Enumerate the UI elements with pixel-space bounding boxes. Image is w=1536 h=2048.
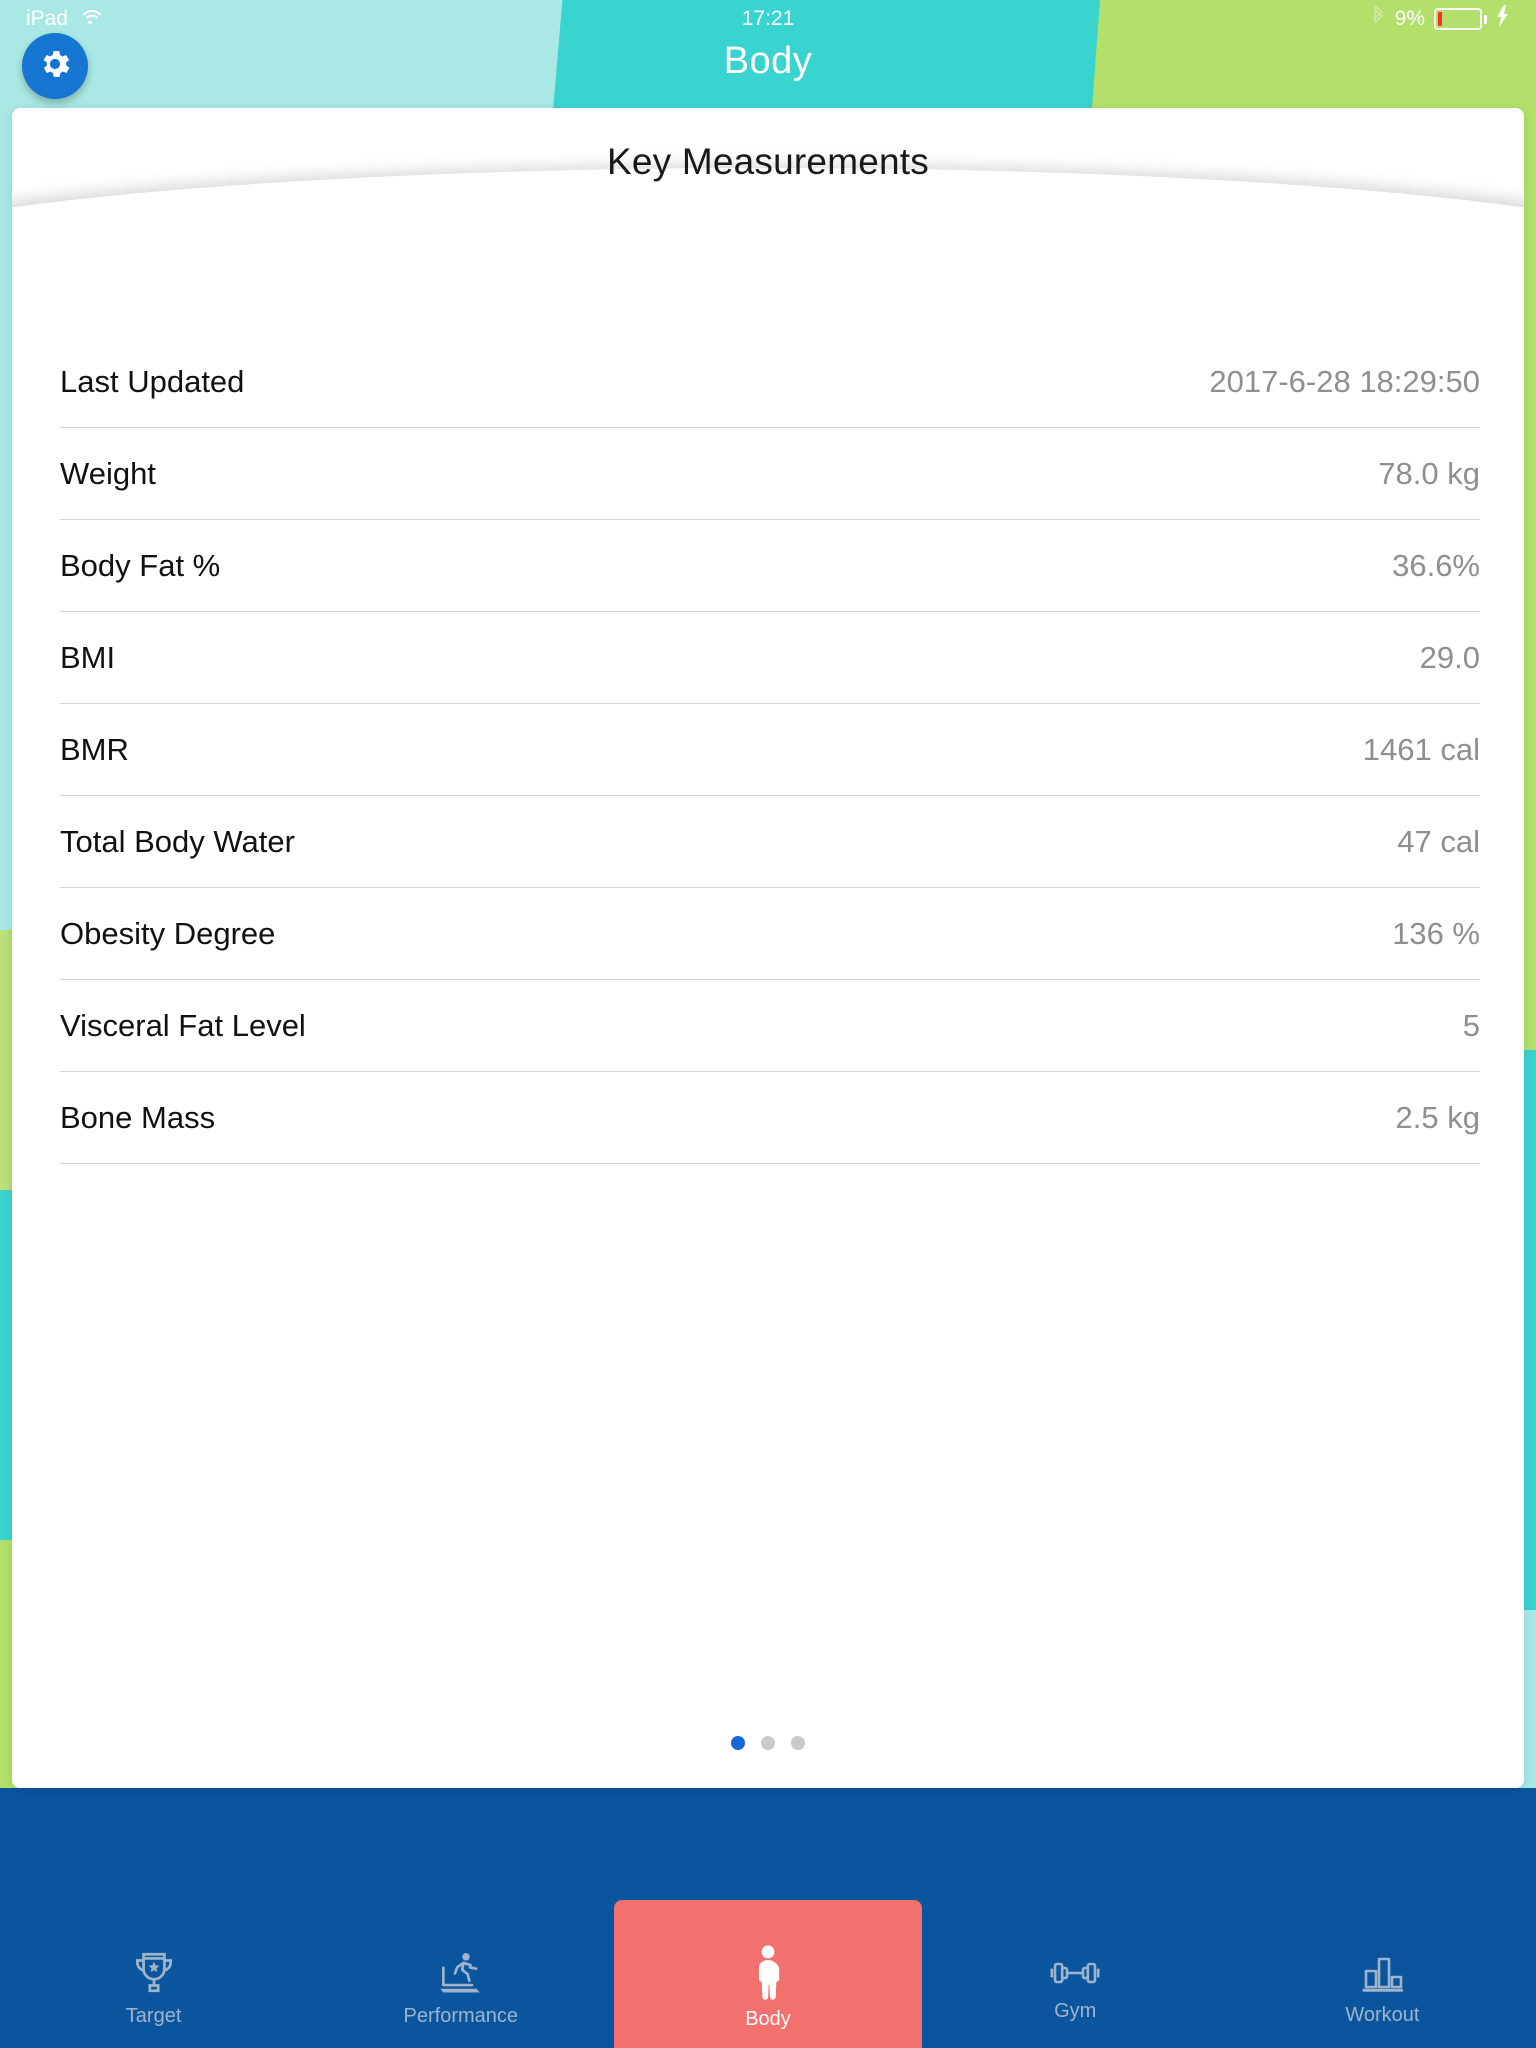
- battery-icon: [1434, 8, 1487, 30]
- measurement-value: 47 cal: [1397, 823, 1480, 859]
- tab-body[interactable]: Body: [614, 1900, 922, 2048]
- measurement-row: BMI 29.0: [60, 612, 1480, 704]
- status-bar-clock: 17:21: [741, 7, 795, 30]
- person-icon: [745, 1945, 791, 2001]
- tab-label: Performance: [403, 2005, 519, 2027]
- measurement-label: BMI: [60, 639, 116, 675]
- pagination-dot[interactable]: [731, 1736, 745, 1750]
- lightning-bolt-icon: [1496, 5, 1510, 33]
- status-bar: iPad 17:21 9%: [0, 0, 1536, 38]
- status-bar-left: iPad: [26, 7, 104, 31]
- device-name-label: iPad: [26, 7, 69, 30]
- dumbbell-icon: [1047, 1953, 1103, 1993]
- treadmill-runner-icon: [434, 1948, 488, 1998]
- tab-label: Body: [745, 2008, 791, 2030]
- wifi-icon: [80, 7, 104, 31]
- measurement-row: Bone Mass 2.5 kg: [60, 1072, 1480, 1164]
- measurement-row: Visceral Fat Level 5: [60, 980, 1480, 1072]
- measurement-label: Visceral Fat Level: [60, 1007, 306, 1043]
- trophy-icon: [129, 1948, 179, 1998]
- measurement-label: Total Body Water: [60, 823, 295, 859]
- tab-label: Target: [125, 2005, 182, 2027]
- measurement-row: Weight 78.0 kg: [60, 428, 1480, 520]
- bluetooth-icon: [1371, 4, 1386, 34]
- measurement-label: Weight: [60, 455, 156, 491]
- status-bar-right: 9%: [1371, 4, 1510, 34]
- pagination-dot[interactable]: [761, 1736, 775, 1750]
- tab-label: Gym: [1054, 2000, 1097, 2022]
- tab-target[interactable]: Target: [0, 1928, 307, 2048]
- measurement-value: 5: [1462, 1007, 1480, 1043]
- measurement-label: BMR: [60, 731, 129, 767]
- measurement-label: Last Updated: [60, 363, 245, 399]
- measurement-value: 36.6%: [1392, 547, 1480, 583]
- pagination-dot[interactable]: [791, 1736, 805, 1750]
- measurement-value: 136 %: [1392, 915, 1480, 951]
- tab-workout[interactable]: Workout: [1229, 1928, 1536, 2048]
- measurement-row: BMR 1461 cal: [60, 704, 1480, 796]
- measurement-value: 78.0 kg: [1378, 455, 1480, 491]
- measurement-label: Body Fat %: [60, 547, 221, 583]
- measurement-value: 2017-6-28 18:29:50: [1209, 363, 1480, 399]
- tab-gym[interactable]: Gym: [922, 1928, 1229, 2048]
- measurement-row: Total Body Water 47 cal: [60, 796, 1480, 888]
- card-title: Key Measurements: [607, 141, 929, 182]
- measurement-value: 2.5 kg: [1395, 1099, 1480, 1135]
- key-measurements-card: Key Measurements Last Updated 2017-6-28 1…: [12, 108, 1524, 1788]
- measurement-row: Last Updated 2017-6-28 18:29:50: [60, 336, 1480, 428]
- pagination-dots[interactable]: [12, 1736, 1524, 1750]
- measurement-row: Obesity Degree 136 %: [60, 888, 1480, 980]
- ipad-screen: iPad 17:21 9% Body Key Measurements Last…: [0, 0, 1536, 2048]
- bar-chart-icon: [1357, 1949, 1407, 1997]
- measurement-row: Body Fat % 36.6%: [60, 520, 1480, 612]
- measurement-label: Obesity Degree: [60, 915, 276, 951]
- tab-bar: Target Performance Body Gym Workout: [0, 1900, 1536, 2048]
- measurements-list: Last Updated 2017-6-28 18:29:50 Weight 78.0…: [60, 336, 1480, 1164]
- tab-performance[interactable]: Performance: [307, 1928, 614, 2048]
- measurement-label: Bone Mass: [60, 1099, 216, 1135]
- measurement-value: 29.0: [1419, 639, 1480, 675]
- battery-percent-label: 9%: [1394, 7, 1425, 30]
- tab-label: Workout: [1345, 2004, 1420, 2026]
- measurement-value: 1461 cal: [1362, 731, 1480, 767]
- page-title: Body: [723, 40, 813, 82]
